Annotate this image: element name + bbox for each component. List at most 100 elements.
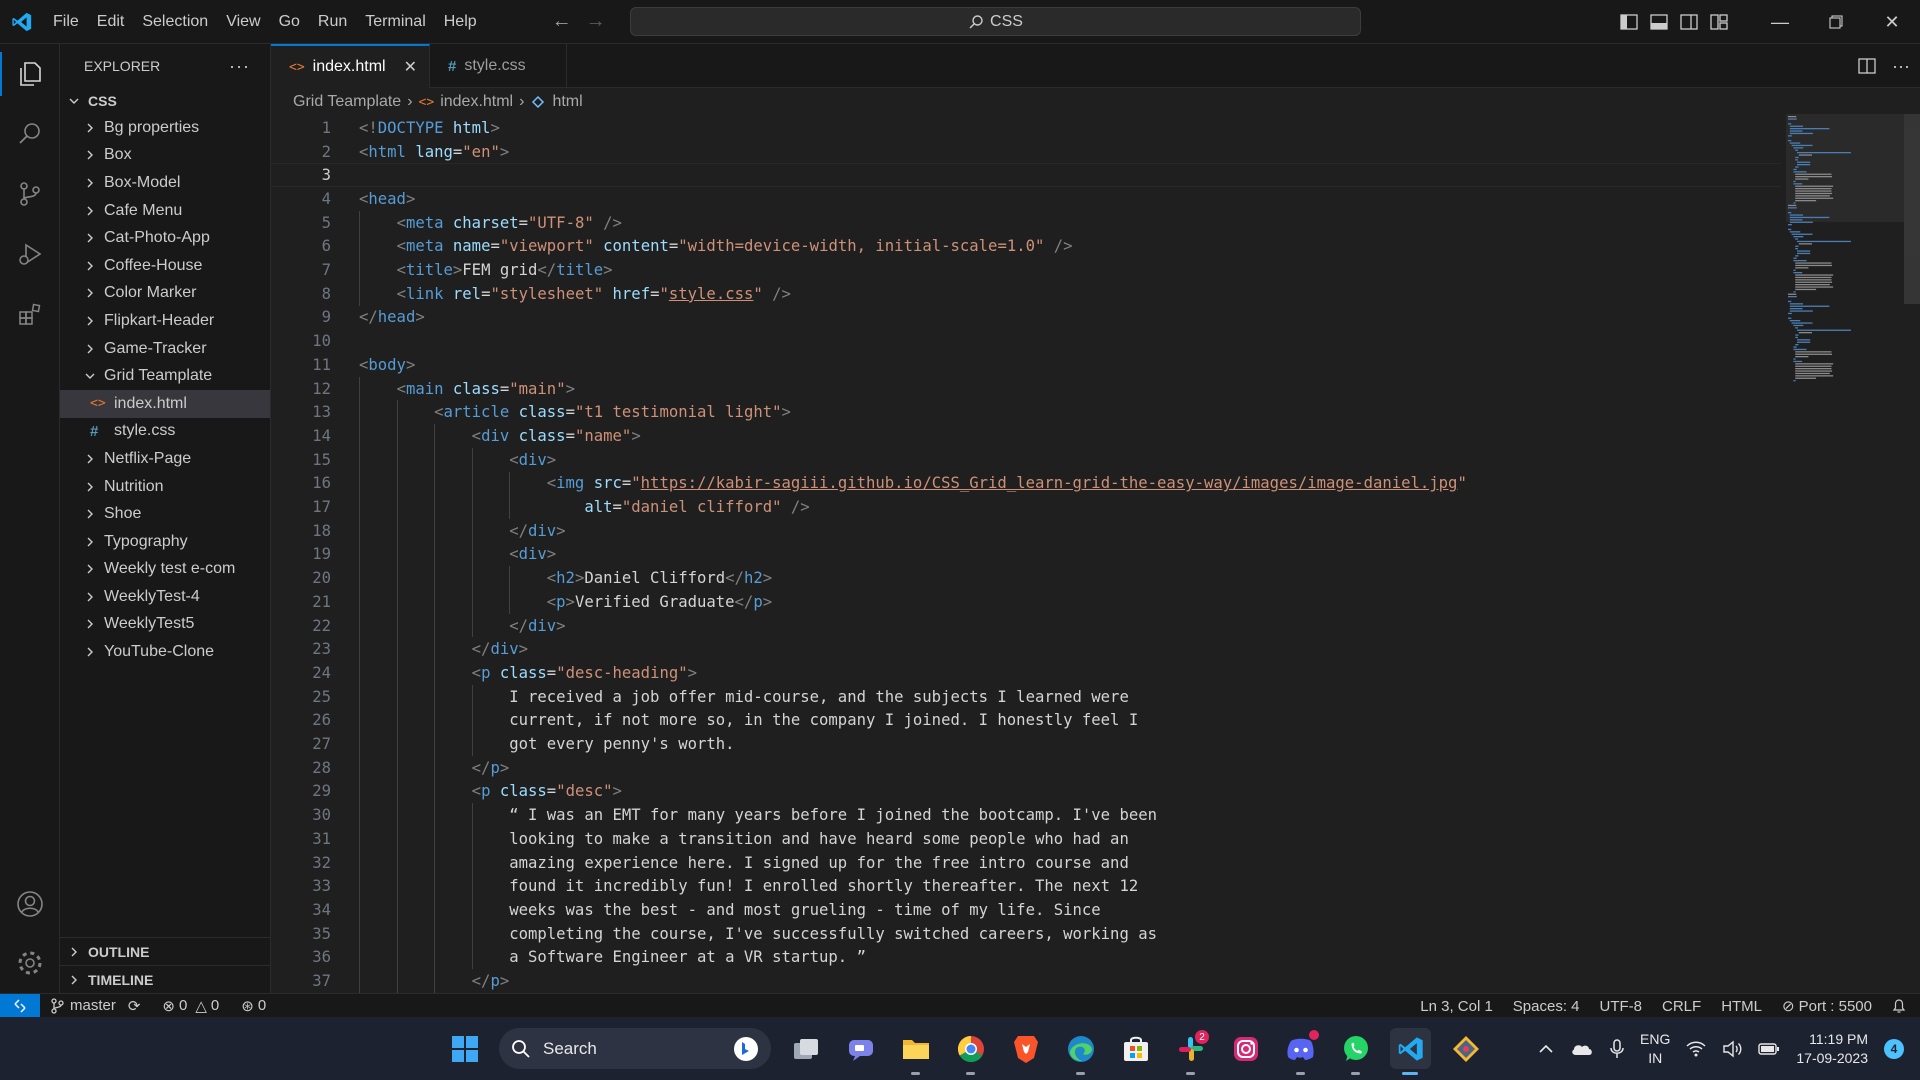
tab-index-html[interactable]: <> index.html ✕ — [271, 44, 430, 88]
slack-app[interactable]: 2 — [1170, 1028, 1211, 1075]
clock[interactable]: 11:19 PM 17-09-2023 — [1796, 1030, 1868, 1068]
folder-item[interactable]: Weekly test e-com — [60, 556, 270, 584]
file-style-css[interactable]: # style.css — [60, 418, 270, 446]
menu-file[interactable]: File — [44, 0, 88, 44]
source-control-activity[interactable] — [0, 164, 60, 224]
toggle-secondary-sidebar-icon[interactable] — [1680, 14, 1698, 30]
folder-item[interactable]: Flipkart-Header — [60, 307, 270, 335]
task-view-button[interactable] — [785, 1028, 826, 1069]
breadcrumb-file[interactable]: index.html — [440, 93, 513, 111]
battery-icon[interactable] — [1758, 1042, 1780, 1056]
breadcrumb-folder[interactable]: Grid Teamplate — [293, 93, 401, 111]
folder-item[interactable]: Cat-Photo-App — [60, 224, 270, 252]
command-center[interactable]: CSS — [630, 7, 1361, 36]
branch-status[interactable]: master ⟳ — [50, 997, 140, 1015]
microphone-icon[interactable] — [1610, 1038, 1624, 1059]
live-server-status[interactable]: ⊘ Port : 5500 — [1782, 997, 1872, 1016]
maximize-icon[interactable] — [1808, 0, 1864, 44]
outline-section[interactable]: OUTLINE — [60, 937, 271, 965]
discord-app[interactable] — [1280, 1028, 1321, 1075]
timeline-section[interactable]: TIMELINE — [60, 965, 271, 993]
brave-app[interactable] — [1005, 1028, 1046, 1069]
vertical-scrollbar[interactable] — [1904, 114, 1920, 304]
close-tab-icon[interactable]: ✕ — [404, 57, 417, 77]
back-arrow-icon[interactable]: ← — [552, 10, 572, 33]
encoding[interactable]: UTF-8 — [1600, 998, 1643, 1015]
whatsapp-app[interactable] — [1335, 1028, 1376, 1075]
folder-item[interactable]: Box — [60, 142, 270, 170]
folder-item[interactable]: WeeklyTest5 — [60, 611, 270, 639]
onedrive-cloud-icon[interactable] — [1570, 1041, 1594, 1057]
folder-item[interactable]: Typography — [60, 528, 270, 556]
folder-grid-teamplate[interactable]: Grid Teamplate — [60, 362, 270, 390]
microsoft-store-app[interactable] — [1115, 1028, 1156, 1069]
file-index-html[interactable]: <> index.html — [60, 389, 270, 418]
folder-item[interactable]: Netflix-Page — [60, 445, 270, 473]
chrome-app[interactable] — [950, 1028, 991, 1075]
code-editor[interactable]: 1 <!DOCTYPE html> 2 <html lang="en"> 3 4 <head… — [271, 114, 1920, 993]
end-of-line[interactable]: CRLF — [1662, 998, 1701, 1015]
tab-style-css[interactable]: # style.css — [430, 44, 567, 88]
language-mode[interactable]: HTML — [1721, 998, 1762, 1015]
menu-help[interactable]: Help — [435, 0, 486, 44]
code-link[interactable]: https://kabir-sagiii.github.io/CSS_Grid_… — [641, 474, 1458, 492]
search-activity[interactable] — [0, 104, 60, 164]
notification-count-badge[interactable]: 4 — [1884, 1038, 1904, 1059]
folder-item[interactable]: Color Marker — [60, 280, 270, 308]
toggle-primary-sidebar-icon[interactable] — [1620, 14, 1638, 30]
git-app[interactable] — [1445, 1028, 1486, 1069]
minimize-icon[interactable]: — — [1752, 0, 1808, 44]
menu-go[interactable]: Go — [270, 0, 309, 44]
indentation[interactable]: Spaces: 4 — [1513, 998, 1580, 1015]
menu-edit[interactable]: Edit — [88, 0, 134, 44]
breadcrumb-symbol[interactable]: html — [552, 93, 582, 111]
explorer-activity[interactable] — [0, 44, 60, 104]
folder-item[interactable]: Coffee-House — [60, 252, 270, 280]
toggle-panel-icon[interactable] — [1650, 14, 1668, 30]
folder-item[interactable]: Bg properties — [60, 114, 270, 142]
split-editor-icon[interactable] — [1858, 58, 1876, 74]
forward-arrow-icon[interactable]: → — [586, 10, 606, 33]
instagram-app[interactable] — [1225, 1028, 1266, 1069]
folder-item[interactable]: Shoe — [60, 500, 270, 528]
chevron-up-icon[interactable] — [1538, 1043, 1554, 1055]
folder-item[interactable]: YouTube-Clone — [60, 638, 270, 666]
folder-item[interactable]: Game-Tracker — [60, 335, 270, 363]
code-token: content — [603, 237, 669, 256]
teams-chat-app[interactable] — [840, 1028, 881, 1069]
accounts-activity[interactable] — [0, 874, 60, 934]
cursor-position[interactable]: Ln 3, Col 1 — [1420, 998, 1493, 1015]
bell-icon[interactable] — [1892, 998, 1906, 1014]
menu-terminal[interactable]: Terminal — [356, 0, 434, 44]
close-window-icon[interactable]: ✕ — [1864, 0, 1920, 44]
workspace-root[interactable]: CSS — [60, 88, 270, 114]
customize-layout-icon[interactable] — [1710, 14, 1728, 30]
file-explorer-app[interactable] — [895, 1028, 936, 1075]
remote-indicator[interactable] — [0, 993, 40, 1018]
minimap-viewport[interactable] — [1786, 114, 1904, 222]
problems-status[interactable]: ⊗ 0 △ 0 — [162, 997, 219, 1015]
more-actions-icon[interactable]: ··· — [1892, 56, 1910, 77]
extensions-activity[interactable] — [0, 284, 60, 344]
minimap[interactable] — [1786, 114, 1904, 394]
vscode-app[interactable] — [1390, 1028, 1431, 1075]
manage-activity[interactable] — [0, 933, 60, 993]
code-link[interactable]: style.css — [669, 285, 754, 303]
taskbar-search[interactable]: Search — [499, 1028, 771, 1069]
menu-selection[interactable]: Selection — [133, 0, 217, 44]
wifi-icon[interactable] — [1686, 1041, 1706, 1057]
edge-app[interactable] — [1060, 1028, 1101, 1075]
menu-run[interactable]: Run — [309, 0, 356, 44]
folder-item[interactable]: Cafe Menu — [60, 197, 270, 225]
start-button[interactable] — [444, 1028, 485, 1069]
folder-item[interactable]: Nutrition — [60, 473, 270, 501]
run-debug-activity[interactable] — [0, 224, 60, 284]
input-language[interactable]: ENG IN — [1640, 1030, 1670, 1068]
folder-item[interactable]: WeeklyTest-4 — [60, 583, 270, 611]
folder-item[interactable]: Box-Model — [60, 169, 270, 197]
menu-view[interactable]: View — [217, 0, 269, 44]
code-token: head — [368, 189, 406, 208]
more-actions-icon[interactable]: ··· — [229, 56, 250, 77]
ports-status[interactable]: ⊛ 0 — [241, 997, 266, 1015]
volume-icon[interactable] — [1722, 1040, 1742, 1058]
